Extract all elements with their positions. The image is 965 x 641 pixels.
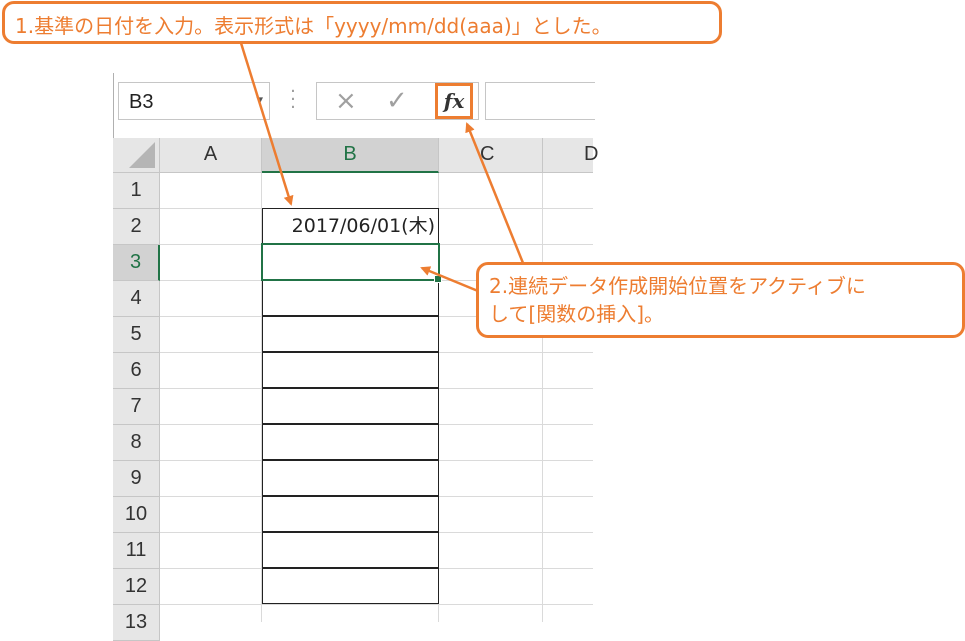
callout-step1: 1.基準の日付を入力。表示形式は「yyyy/mm/dd(aaa)」とした。	[2, 1, 722, 44]
arrow-to-fx-button	[465, 122, 525, 264]
callout-step2-line1: 2.連続データ作成開始位置をアクティブに	[489, 274, 866, 298]
callout-step2-line2: して[関数の挿入]。	[489, 302, 665, 326]
arrow-to-cell-b2	[239, 42, 294, 206]
callout-step1-text: 1.基準の日付を入力。表示形式は「yyyy/mm/dd(aaa)」とした。	[15, 14, 612, 38]
arrow-to-cell-b3	[420, 266, 479, 293]
callout-step2: 2.連続データ作成開始位置をアクティブに して[関数の挿入]。	[476, 262, 965, 338]
